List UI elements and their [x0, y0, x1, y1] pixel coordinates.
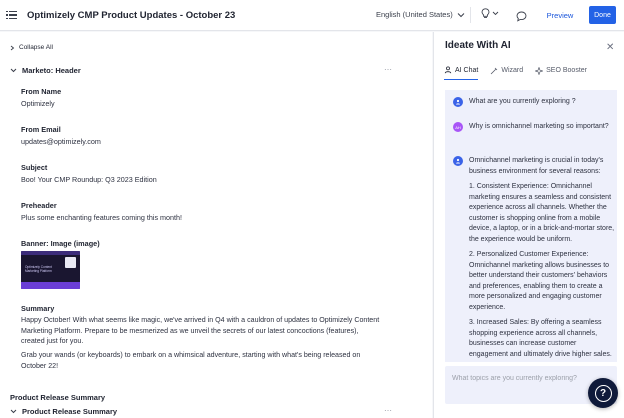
banner-graphic — [65, 257, 76, 268]
section-header-product-release[interactable]: Product Release Summary — [10, 407, 117, 416]
answer-point-3: 3. Increased Sales: By offering a seamle… — [469, 319, 612, 358]
answer-intro: Omnichannel marketing is crucial in toda… — [469, 157, 604, 175]
tab-seo-booster[interactable]: SEO Booster — [535, 66, 587, 80]
chevron-down-icon — [10, 68, 17, 73]
collapse-all-label: Collapse All — [19, 44, 53, 51]
comment-icon — [516, 11, 527, 22]
divider — [470, 7, 471, 23]
chevron-down-icon — [457, 12, 465, 17]
field-label-from-name: From Name — [21, 87, 62, 96]
close-icon[interactable]: ✕ — [606, 42, 614, 53]
comments-button[interactable] — [516, 9, 527, 27]
editor-main: Collapse All Marketo: Header ⋯ From Name… — [0, 32, 432, 418]
banner-band — [21, 282, 80, 289]
tab-label: SEO Booster — [546, 67, 587, 74]
section-title: Marketo: Header — [22, 66, 81, 75]
collapse-all-button[interactable]: Collapse All — [10, 44, 53, 51]
answer-point-1: 1. Consistent Experience: Omnichannel ma… — [469, 183, 615, 243]
tab-label: AI Chat — [455, 66, 479, 74]
section-title-product-release: Product Release Summary — [22, 407, 118, 416]
panel-title: Ideate With AI — [445, 40, 511, 51]
field-label-preheader: Preheader — [21, 201, 57, 210]
product-release-heading: Product Release Summary — [10, 393, 106, 402]
chat-message-ai: What are you currently exploring ? — [453, 97, 617, 108]
ideas-button[interactable] — [481, 8, 499, 19]
message-text: Omnichannel marketing is crucial in toda… — [469, 156, 617, 362]
ai-avatar-icon — [453, 156, 463, 166]
field-label-summary: Summary — [21, 304, 55, 313]
done-button[interactable]: Done — [589, 6, 616, 24]
tab-wizard[interactable]: Wizard — [490, 66, 523, 80]
banner-stripe — [21, 251, 80, 255]
message-text: What are you currently exploring ? — [469, 98, 576, 105]
tab-label: Wizard — [501, 67, 524, 74]
ai-avatar-icon — [453, 97, 463, 107]
top-bar: Optimizely CMP Product Updates - October… — [0, 0, 624, 31]
chat-message-ai: Omnichannel marketing is crucial in toda… — [453, 156, 617, 362]
drag-handle-icon[interactable]: ⋯ — [384, 406, 392, 415]
chevron-down-icon — [10, 409, 17, 414]
field-label-from-email: From Email — [21, 125, 61, 134]
menu-icon[interactable] — [6, 8, 20, 22]
summary-paragraph-1[interactable]: Happy October! With what seems like magi… — [21, 315, 381, 347]
chevrons-left-icon — [10, 45, 15, 50]
drag-handle-icon[interactable]: ⋯ — [384, 65, 392, 74]
document-title: Optimizely CMP Product Updates - October… — [27, 9, 236, 21]
seo-booster-icon — [535, 66, 544, 75]
wizard-icon — [491, 67, 498, 74]
lightbulb-icon — [481, 8, 490, 18]
field-value-from-name[interactable]: Optimizely — [21, 99, 55, 108]
chat-message-user: AH Why is omnichannel marketing so impor… — [453, 122, 617, 133]
user-avatar: AH — [453, 122, 463, 132]
tab-ai-chat[interactable]: AI Chat — [444, 66, 479, 80]
language-select[interactable]: English (United States) — [376, 10, 465, 19]
chat-thread[interactable]: What are you currently exploring ? AH Wh… — [445, 90, 617, 362]
language-label: English (United States) — [376, 10, 453, 19]
section-header-marketo[interactable]: Marketo: Header — [10, 66, 81, 75]
field-label-banner: Banner: Image (image) — [21, 239, 100, 248]
panel-tabs: AI Chat Wizard SEO Booster — [444, 66, 599, 80]
ideate-ai-panel: Ideate With AI ✕ AI Chat Wizard SEO Boos… — [433, 32, 624, 418]
field-value-from-email[interactable]: updates@optimizely.com — [21, 137, 101, 146]
help-button[interactable]: ? — [588, 378, 618, 408]
ai-chat-icon — [444, 66, 452, 74]
banner-text: Optimizely Content Marketing Platform — [25, 265, 52, 273]
message-text: Why is omnichannel marketing so importan… — [469, 123, 609, 130]
banner-image-thumbnail[interactable]: Optimizely Content Marketing Platform — [21, 251, 80, 289]
answer-point-2: 2. Personalized Customer Experience: Omn… — [469, 251, 610, 311]
question-icon: ? — [594, 384, 612, 402]
field-label-subject: Subject — [21, 163, 48, 172]
preview-button[interactable]: Preview — [540, 6, 580, 24]
field-value-subject[interactable]: Boo! Your CMP Roundup: Q3 2023 Edition — [21, 175, 157, 184]
chevron-down-icon — [492, 11, 499, 16]
summary-paragraph-2[interactable]: Grab your wands (or keyboards) to embark… — [21, 350, 381, 371]
field-value-preheader[interactable]: Plus some enchanting features coming thi… — [21, 213, 182, 222]
